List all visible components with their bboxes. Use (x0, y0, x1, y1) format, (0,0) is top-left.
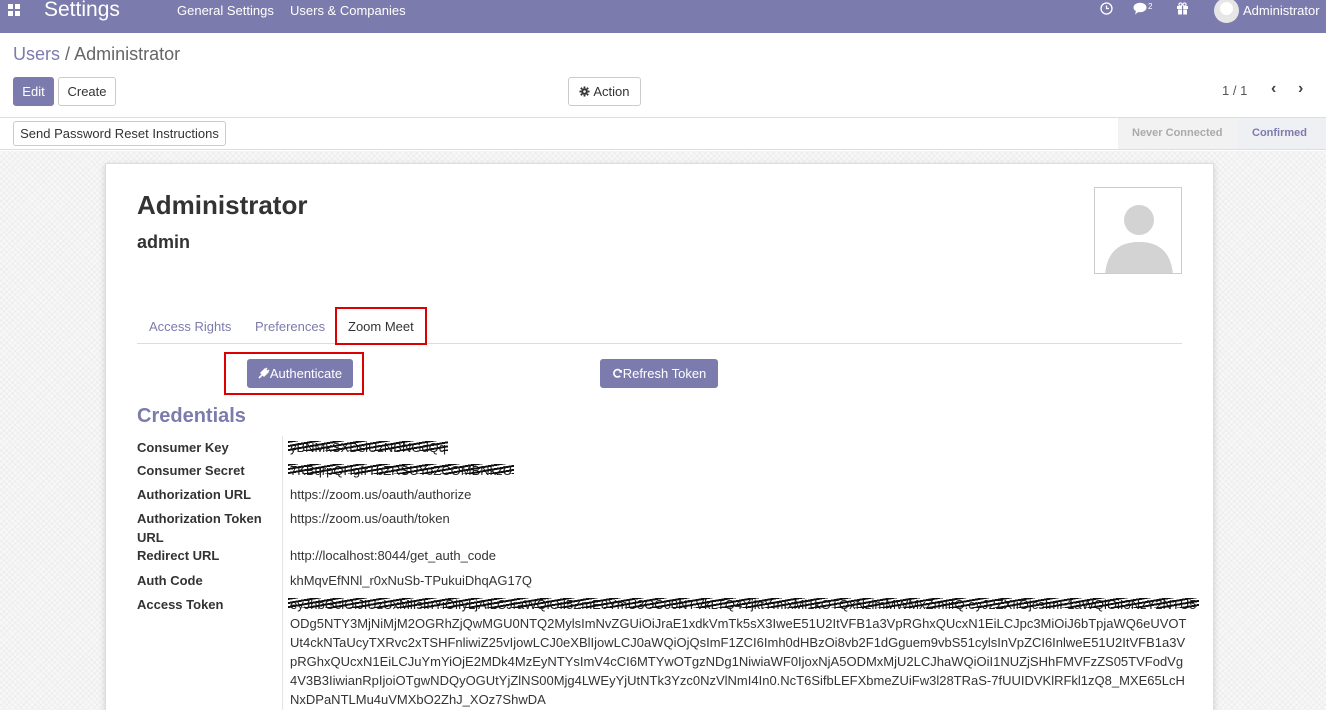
pager-value: 1 / 1 (1222, 83, 1248, 98)
gift-icon[interactable] (1176, 2, 1189, 18)
authorization-token-url-label-line1: Authorization Token (137, 511, 262, 526)
access-token-line-5: 4V3B3IiwianRpIjoiOTgwNDQyOGUtYjZlNS00Mjg… (290, 673, 1185, 688)
consumer-secret-redacted: 7KBqrpQHgfrTbZRSUYoZCOMBNkzU (287, 463, 515, 478)
refresh-token-label: Refresh Token (622, 366, 707, 381)
field-separator-line (282, 436, 283, 710)
breadcrumb-current: Administrator (74, 44, 181, 64)
action-label: Action (593, 84, 630, 99)
access-token-line-3: Ut4ckNTaUcyTXRvc2xTSHFnliwiZ25vIjowLCJ0e… (290, 635, 1186, 650)
send-password-reset-button[interactable]: Send Password Reset Instructions (13, 121, 226, 146)
action-button[interactable]: Action (568, 77, 641, 106)
breadcrumb-separator: / (65, 44, 71, 64)
user-placeholder-icon (1095, 188, 1181, 273)
tab-preferences[interactable]: Preferences (255, 319, 325, 334)
create-button[interactable]: Create (58, 77, 116, 106)
access-token-line-1: eyJhbGciOiJIUzUxMiIsInYiOiIyLjAiLCJraWQi… (288, 597, 1198, 612)
status-confirmed: Confirmed (1238, 118, 1326, 149)
user-login: admin (137, 232, 191, 252)
auth-code-label: Auth Code (137, 573, 203, 588)
auth-code-value[interactable]: khMqvEfNNl_r0xNuSb-TPukuiDhqAG17Q (290, 571, 532, 590)
consumer-secret-label: Consumer Secret (137, 463, 245, 478)
edit-button[interactable]: Edit (13, 77, 54, 106)
top-navbar: Settings General Settings Users & Compan… (0, 0, 1326, 33)
credentials-title: Credentials (137, 405, 246, 427)
user-avatar[interactable] (1214, 0, 1239, 23)
authorization-token-url-label: Authorization Token URL (137, 509, 262, 547)
menu-general-settings[interactable]: General Settings (177, 3, 274, 18)
tabs-underline (137, 343, 1182, 344)
app-title: Settings (44, 0, 120, 21)
plug-icon (258, 361, 270, 388)
access-token-label: Access Token (137, 597, 224, 612)
access-token-line-6: NxDPaNTLMu4uVMXbO2ZhJ_XOz7ShwDA (290, 692, 546, 707)
apps-grid-icon[interactable] (8, 4, 20, 16)
breadcrumb: Users / Administrator (13, 44, 180, 65)
user-image[interactable] (1094, 187, 1182, 274)
gear-icon (579, 79, 591, 106)
user-menu[interactable]: Administrator (1243, 3, 1320, 18)
messages-count: 2 (1148, 2, 1153, 11)
redirect-url-label: Redirect URL (137, 548, 220, 563)
authenticate-label: Authenticate (269, 366, 343, 381)
consumer-key-redacted: yBNMkSXDsiUzNBNGdQq (287, 440, 449, 455)
tab-zoom-meet[interactable]: Zoom Meet (348, 319, 414, 334)
pager-previous-icon[interactable]: ‹ (1271, 80, 1276, 98)
status-arrow (1228, 118, 1238, 148)
refresh-token-button[interactable]: Refresh Token (600, 359, 718, 388)
status-never-connected: Never Connected (1118, 118, 1238, 149)
consumer-key-value[interactable]: yBNMkSXDsiUzNBNGdQq (287, 438, 449, 457)
menu-users-companies[interactable]: Users & Companies (290, 3, 406, 18)
redirect-url-value[interactable]: http://localhost:8044/get_auth_code (290, 546, 496, 565)
form-statusbar: Send Password Reset Instructions Never C… (0, 118, 1326, 150)
authorization-url-label: Authorization URL (137, 487, 252, 502)
authorization-token-url-value[interactable]: https://zoom.us/oauth/token (290, 509, 450, 528)
consumer-secret-value[interactable]: 7KBqrpQHgfrTbZRSUYoZCOMBNkzU (287, 461, 515, 480)
clock-icon[interactable] (1100, 2, 1113, 18)
user-name: Administrator (137, 190, 308, 220)
access-token-line-2: ODg5NTY3MjNiMjM2OGRhZjQwMGU0NTQ2MylsImNv… (290, 616, 1187, 631)
access-token-value[interactable]: eyJhbGciOiJIUzUxMiIsInYiOiIyLjAiLCJraWQi… (288, 595, 1198, 709)
pager-next-icon[interactable]: › (1298, 80, 1303, 98)
refresh-icon (612, 361, 623, 388)
authorization-url-value[interactable]: https://zoom.us/oauth/authorize (290, 485, 471, 504)
tab-access-rights[interactable]: Access Rights (149, 319, 231, 334)
chat-icon[interactable]: 2 (1133, 2, 1152, 18)
authenticate-button[interactable]: Authenticate (247, 359, 353, 388)
breadcrumb-users[interactable]: Users (13, 44, 60, 64)
authorization-token-url-label-line2: URL (137, 530, 164, 545)
access-token-line-4: pRGhxQUcxN1EiLCJuYmYiOjE2MDk4MzEyNTYsImV… (290, 654, 1184, 669)
consumer-key-label: Consumer Key (137, 440, 229, 455)
